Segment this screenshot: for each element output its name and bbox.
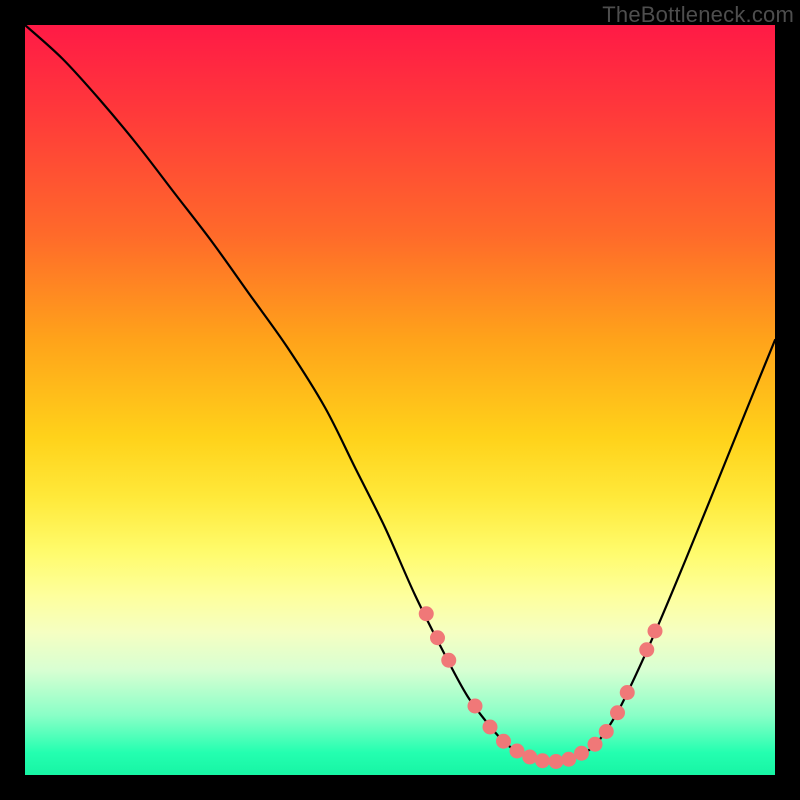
curve-dot xyxy=(610,705,625,720)
curve-dot xyxy=(468,699,483,714)
curve-dot xyxy=(588,737,603,752)
curve-dot xyxy=(419,606,434,621)
curve-dot xyxy=(549,754,564,769)
curve-dot xyxy=(510,744,525,759)
curve-dots-group xyxy=(419,606,663,769)
curve-dot xyxy=(535,753,550,768)
curve-dot xyxy=(561,752,576,767)
curve-dot xyxy=(648,624,663,639)
curve-dot xyxy=(441,653,456,668)
curve-dot xyxy=(620,685,635,700)
curve-dot xyxy=(483,720,498,735)
chart-frame: TheBottleneck.com xyxy=(0,0,800,800)
plot-area xyxy=(25,25,775,775)
curve-dot xyxy=(599,724,614,739)
curve-dot xyxy=(639,642,654,657)
curve-dot xyxy=(574,746,589,761)
curve-dot xyxy=(522,750,537,765)
curve-dot xyxy=(430,630,445,645)
bottleneck-curve xyxy=(25,25,775,762)
curve-svg xyxy=(25,25,775,775)
curve-dot xyxy=(496,734,511,749)
